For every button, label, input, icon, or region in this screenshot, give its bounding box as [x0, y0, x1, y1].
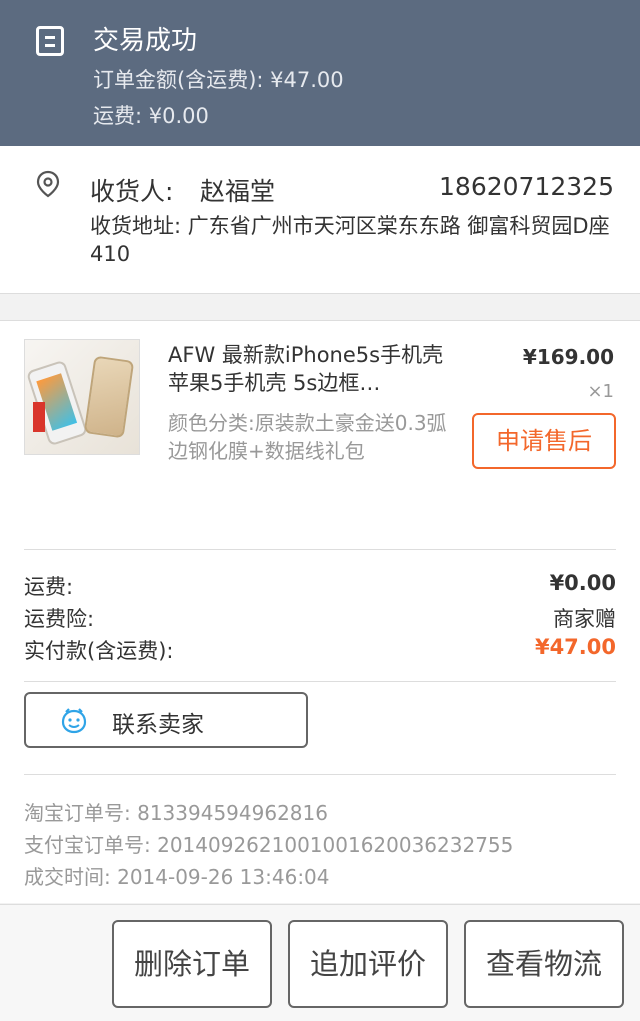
- bottom-action-bar: 删除订单 追加评价 查看物流: [0, 904, 640, 1021]
- add-review-button[interactable]: 追加评价: [288, 920, 448, 1008]
- product-thumbnail[interactable]: [24, 339, 140, 455]
- address-text: 收货地址: 广东省广州市天河区棠东东路 御富科贸园D座410: [90, 214, 610, 266]
- shipping-insurance-value: 商家赠: [553, 607, 616, 631]
- delete-order-button[interactable]: 删除订单: [112, 920, 272, 1008]
- order-amount-text: 订单金额(含运费): ¥47.00: [93, 68, 344, 92]
- shipping-fee-text: 运费: ¥0.00: [93, 104, 209, 128]
- paid-amount-value: ¥47.00: [534, 635, 616, 659]
- taobao-order-number: 淘宝订单号: 813394594962816: [24, 801, 328, 825]
- receiver-phone: 18620712325: [439, 172, 614, 201]
- apply-after-sale-button[interactable]: 申请售后: [472, 413, 616, 469]
- contact-seller-button[interactable]: 联系卖家: [24, 692, 308, 748]
- product-quantity: ×1: [587, 381, 614, 402]
- product-sku: 颜色分类:原装款土豪金送0.3弧边钢化膜+数据线礼包: [168, 411, 447, 463]
- location-pin-icon: [36, 170, 60, 198]
- order-status-header: 交易成功 订单金额(含运费): ¥47.00 运费: ¥0.00: [0, 0, 640, 146]
- receiver-name: 赵福堂: [200, 177, 276, 206]
- receiver-label: 收货人:: [90, 177, 174, 206]
- contact-seller-label: 联系卖家: [112, 712, 204, 738]
- view-logistics-button[interactable]: 查看物流: [464, 920, 624, 1008]
- divider: [24, 681, 616, 682]
- order-details-card: AFW 最新款iPhone5s手机壳 苹果5手机壳 5s边框… 颜色分类:原装款…: [0, 320, 640, 903]
- shipping-insurance-label: 运费险:: [24, 607, 95, 631]
- product-price: ¥169.00: [522, 345, 614, 369]
- wangwang-chat-icon: [61, 708, 87, 734]
- alipay-order-number: 支付宝订单号: 2014092621001001620036232755: [24, 833, 514, 857]
- divider: [24, 549, 616, 550]
- paid-amount-label: 实付款(含运费):: [24, 639, 174, 663]
- divider: [24, 774, 616, 775]
- shipping-fee-value: ¥0.00: [549, 571, 616, 595]
- order-receipt-icon: [36, 26, 64, 56]
- deal-time: 成交时间: 2014-09-26 13:46:04: [24, 865, 330, 889]
- shipping-fee-label: 运费:: [24, 575, 74, 599]
- order-status-title: 交易成功: [93, 26, 198, 56]
- phone-back-image: [83, 355, 135, 439]
- brand-tag-image: [33, 402, 45, 432]
- product-title[interactable]: AFW 最新款iPhone5s手机壳 苹果5手机壳 5s边框…: [168, 341, 458, 397]
- shipping-address-card: 收货人: 赵福堂 18620712325 收货地址: 广东省广州市天河区棠东东路…: [0, 146, 640, 294]
